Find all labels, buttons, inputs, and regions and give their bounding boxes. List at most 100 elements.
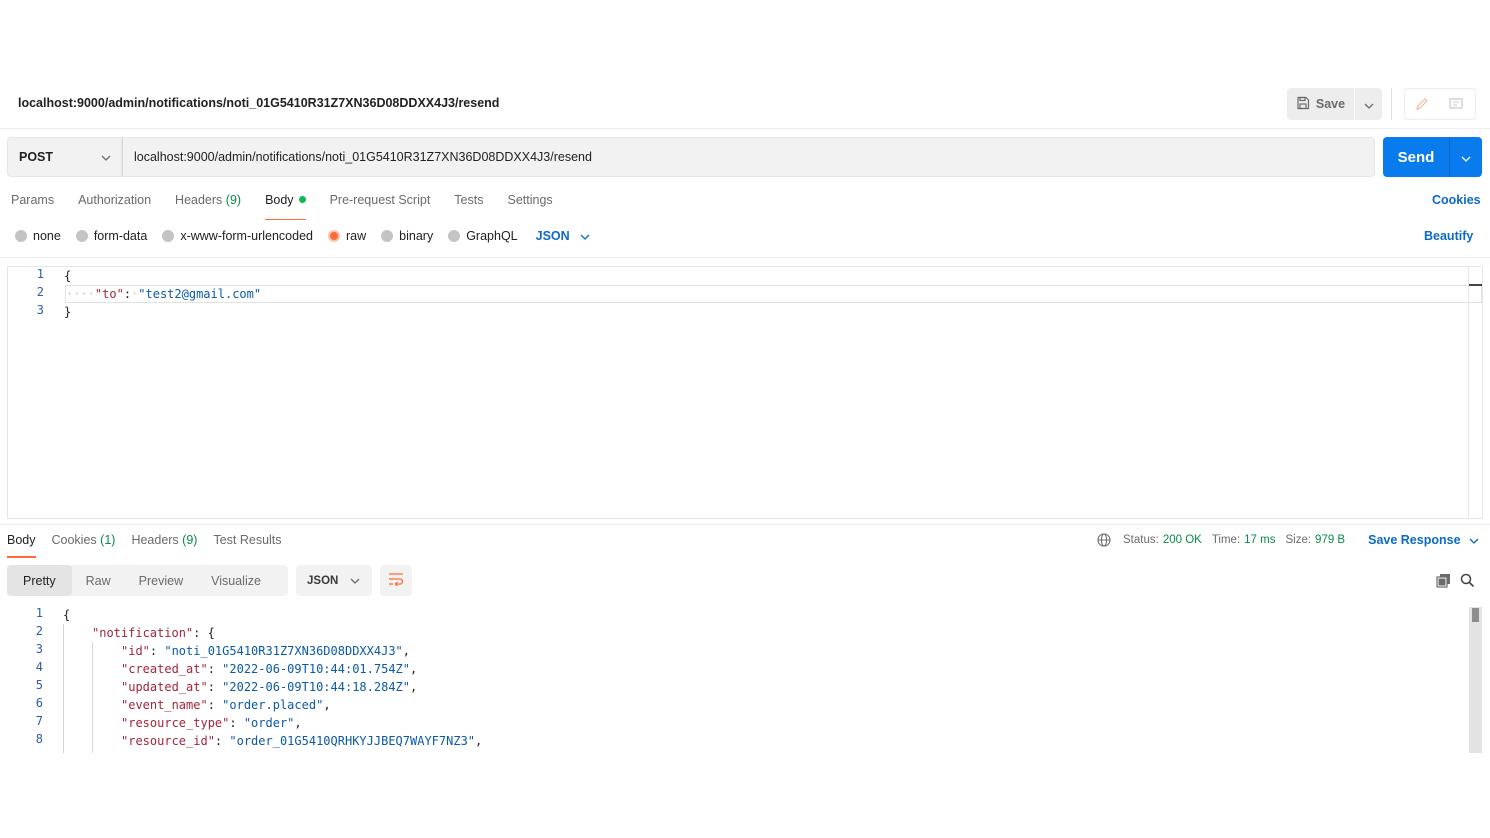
tab-params[interactable]: Params (11, 193, 54, 219)
response-tab-test-results[interactable]: Test Results (213, 533, 281, 557)
view-visualize[interactable]: Visualize (197, 565, 275, 596)
globe-icon[interactable] (1097, 533, 1111, 547)
radio-button[interactable] (75, 230, 88, 242)
code-token: : (207, 680, 223, 694)
status-value[interactable]: 200 OK (1163, 534, 1202, 546)
tab-headers[interactable]: Headers (9) (175, 193, 241, 219)
code-token: : (123, 287, 132, 301)
code-token: } (64, 305, 72, 319)
response-tab-cookies[interactable]: Cookies (1) (52, 533, 116, 557)
send-dropdown-button[interactable] (1449, 137, 1482, 177)
radio-button[interactable] (448, 230, 461, 242)
body-type-label: x-www-form-urlencoded (180, 229, 313, 243)
tab-settings[interactable]: Settings (507, 193, 552, 219)
code-token: : { (193, 626, 215, 640)
tab-tests[interactable]: Tests (454, 193, 483, 219)
json-value: "test2@gmail.com" (138, 287, 262, 301)
response-format-label: JSON (307, 574, 339, 587)
body-type-graphql[interactable]: GraphQL (448, 229, 518, 243)
indent-guide (92, 642, 93, 753)
body-type-urlencoded[interactable]: x-www-form-urlencoded (162, 229, 313, 243)
view-pretty[interactable]: Pretty (7, 565, 72, 596)
code-line: "event_name": "order.placed", (121, 696, 331, 714)
save-dropdown-button[interactable] (1355, 88, 1382, 120)
time-value[interactable]: 17 ms (1244, 534, 1275, 546)
whitespace-marker: ···· (66, 287, 95, 301)
radio-button-selected[interactable] (328, 230, 340, 242)
json-key: "event_name" (121, 698, 208, 712)
cookies-link[interactable]: Cookies (1432, 193, 1481, 207)
json-value: "order_01G5410QRHKYJJBEQ7WAYF7NZ3" (229, 734, 476, 748)
response-tab-headers[interactable]: Headers (9) (131, 533, 197, 557)
comment-icon[interactable] (1440, 88, 1472, 120)
save-response-label: Save Response (1368, 533, 1461, 547)
response-body-viewer[interactable]: 1 2 3 4 5 6 7 8 { "notification": { "id"… (0, 606, 1490, 753)
save-icon (1296, 96, 1310, 113)
line-number: 2 (36, 285, 44, 299)
raw-format-select[interactable]: JSON (536, 229, 590, 243)
body-type-raw[interactable]: raw (328, 229, 366, 243)
body-type-none[interactable]: none (15, 229, 61, 243)
send-button[interactable]: Send (1383, 137, 1449, 177)
status-dot (298, 196, 306, 203)
beautify-button[interactable]: Beautify (1424, 229, 1473, 243)
wrap-lines-button[interactable] (380, 565, 412, 596)
divider (1391, 88, 1392, 120)
code-line: "resource_type": "order", (121, 714, 302, 732)
line-number: 2 (35, 624, 43, 638)
request-title-bar: localhost:9000/admin/notifications/noti_… (0, 80, 1490, 129)
request-body-editor[interactable]: 1 2 3 { ····"to":·"test2@gmail.com" } (7, 266, 1483, 519)
scrollbar-thumb[interactable] (1472, 608, 1479, 622)
code-token: : (149, 644, 165, 658)
copy-icon[interactable] (1434, 571, 1452, 589)
tab-prerequest-script[interactable]: Pre-request Script (330, 193, 431, 219)
response-tab-body[interactable]: Body (7, 533, 36, 558)
line-number: 1 (35, 606, 43, 620)
tab-authorization[interactable]: Authorization (78, 193, 151, 219)
body-type-form-data[interactable]: form-data (75, 229, 147, 243)
size-value[interactable]: 979 B (1315, 534, 1345, 546)
chevron-down-icon (580, 229, 590, 243)
size-label: Size: (1285, 534, 1312, 546)
url-input[interactable]: localhost:9000/admin/notifications/noti_… (122, 137, 1375, 177)
body-type-label: GraphQL (466, 229, 518, 243)
response-tab-headers-label: Headers (131, 533, 179, 547)
save-button[interactable]: Save (1287, 88, 1354, 120)
code-token: , (294, 716, 302, 730)
json-key: "updated_at" (121, 680, 208, 694)
code-line: ····"to":·"test2@gmail.com" (66, 285, 261, 303)
time-label: Time: (1211, 534, 1241, 546)
divider (0, 257, 1490, 258)
json-key: "resource_id" (121, 734, 215, 748)
save-group: Save (1287, 88, 1382, 120)
radio-button[interactable] (15, 230, 27, 242)
save-response-button[interactable]: Save Response (1368, 533, 1478, 547)
json-value: "order" (243, 716, 295, 730)
body-type-binary[interactable]: binary (381, 229, 433, 243)
code-token: , (410, 680, 418, 694)
view-preview[interactable]: Preview (125, 565, 197, 596)
response-scrollbar[interactable] (1469, 607, 1482, 753)
radio-button[interactable] (381, 230, 394, 242)
body-type-label: raw (346, 229, 367, 243)
code-token: : (207, 662, 223, 676)
request-title[interactable]: localhost:9000/admin/notifications/noti_… (18, 96, 499, 110)
tab-body[interactable]: Body (265, 193, 306, 220)
code-token: { (63, 608, 71, 622)
code-token: : (207, 698, 223, 712)
search-icon[interactable] (1458, 571, 1476, 589)
code-token: , (323, 698, 331, 712)
json-key: "to" (94, 287, 124, 301)
raw-format-label: JSON (535, 229, 570, 243)
json-value: "2022-06-09T10:44:01.754Z" (222, 662, 410, 676)
editor-scrollbar[interactable] (1468, 267, 1483, 518)
view-raw[interactable]: Raw (72, 565, 125, 596)
line-number: 8 (35, 732, 43, 746)
body-type-options: none form-data x-www-form-urlencoded raw… (15, 229, 590, 243)
code-line: "created_at": "2022-06-09T10:44:01.754Z"… (121, 660, 417, 678)
method-select[interactable]: POST (7, 137, 122, 177)
pencil-icon[interactable] (1406, 88, 1438, 120)
code-token: , (402, 644, 411, 658)
radio-button[interactable] (162, 230, 175, 242)
response-format-select[interactable]: JSON (296, 565, 372, 596)
